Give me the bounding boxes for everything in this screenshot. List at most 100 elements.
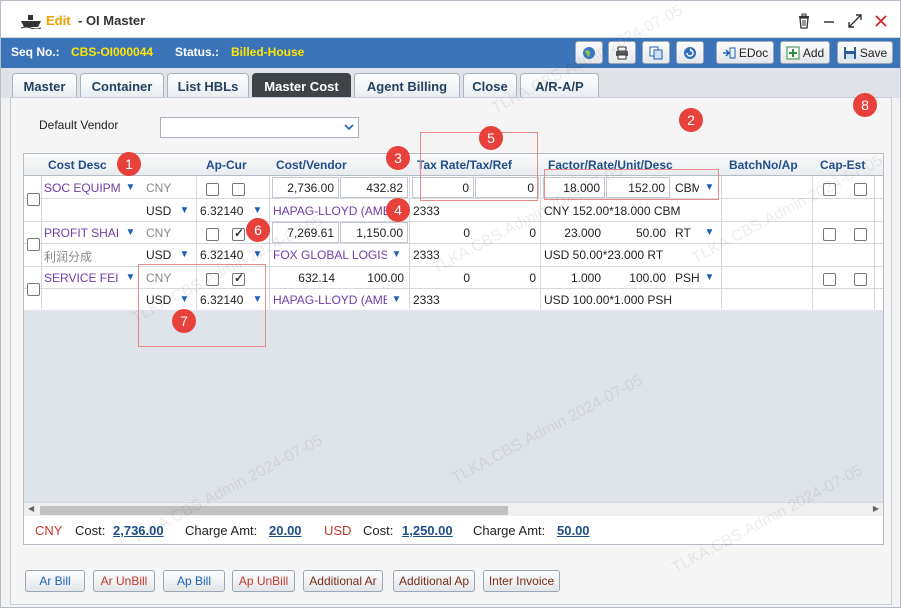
chevron-down-icon[interactable]: ▼: [388, 291, 405, 308]
unit[interactable]: RT: [675, 226, 699, 240]
ar-unbill-button[interactable]: Ar UnBill: [93, 570, 155, 592]
add-button[interactable]: Add: [780, 41, 830, 64]
usd-charge-link[interactable]: 50.00: [557, 523, 590, 538]
header-cost-vendor[interactable]: Cost/Vendor: [276, 158, 347, 172]
cur2[interactable]: USD: [146, 204, 171, 218]
header-batch[interactable]: BatchNo/Ap: [729, 158, 798, 172]
minimize-icon[interactable]: [821, 13, 837, 29]
tax-rate[interactable]: 0: [412, 271, 470, 285]
tax[interactable]: 0: [475, 226, 536, 240]
chevron-down-icon[interactable]: ▼: [122, 179, 139, 196]
status-label: Status.:: [175, 45, 220, 59]
marker-5: 5: [479, 126, 503, 150]
vendor[interactable]: HAPAG-LLOYD (AME: [273, 204, 387, 218]
tab-master-cost[interactable]: Master Cost: [252, 73, 351, 98]
ref[interactable]: 2333: [413, 204, 440, 218]
factor[interactable]: 23.000: [543, 226, 601, 240]
cost-input[interactable]: 7,269.61: [272, 222, 339, 243]
chevron-down-icon[interactable]: ▼: [388, 246, 405, 263]
cost2[interactable]: 100.00: [340, 271, 404, 285]
scroll-right-icon[interactable]: ▶: [873, 504, 879, 513]
cost-desc[interactable]: SERVICE FEI: [44, 271, 122, 285]
cost[interactable]: 632.14: [272, 271, 335, 285]
cny-cost-link[interactable]: 2,736.00: [113, 523, 164, 538]
globe-button[interactable]: [575, 41, 603, 64]
chevron-down-icon[interactable]: ▼: [176, 246, 193, 263]
row-select-checkbox[interactable]: [27, 193, 40, 206]
vendor[interactable]: FOX GLOBAL LOGIS: [273, 248, 387, 262]
default-vendor-select[interactable]: [160, 117, 359, 138]
vendor[interactable]: HAPAG-LLOYD (AME: [273, 293, 387, 307]
tab-agent-billing[interactable]: Agent Billing: [354, 73, 460, 98]
scrollbar-thumb[interactable]: [40, 506, 508, 515]
ref[interactable]: 2333: [413, 293, 440, 307]
cost-desc[interactable]: SOC EQUIPM: [44, 181, 122, 195]
factor[interactable]: 1.000: [543, 271, 601, 285]
chevron-down-icon[interactable]: ▼: [249, 246, 266, 263]
cap-checkbox[interactable]: [823, 183, 836, 196]
chevron-down-icon[interactable]: ▼: [701, 269, 718, 286]
est-checkbox[interactable]: [854, 228, 867, 241]
cost2-input[interactable]: 432.82: [340, 177, 408, 198]
chevron-down-icon[interactable]: ▼: [122, 224, 139, 241]
tax[interactable]: 0: [475, 271, 536, 285]
tax-rate[interactable]: 0: [412, 226, 470, 240]
cur2[interactable]: USD: [146, 248, 171, 262]
ex-rate[interactable]: 6.32140: [200, 248, 243, 262]
print-button[interactable]: [608, 41, 636, 64]
maximize-icon[interactable]: [847, 13, 863, 29]
rate[interactable]: 50.00: [606, 226, 666, 240]
header-cap-est[interactable]: Cap-Est: [820, 158, 865, 172]
tab-ar-ap[interactable]: A/R-A/P: [520, 73, 599, 98]
additional-ap-button[interactable]: Additional Ap: [393, 570, 475, 592]
desc[interactable]: CNY 152.00*18.000 CBM: [544, 204, 681, 218]
close-icon[interactable]: [873, 13, 889, 29]
cap-checkbox[interactable]: [823, 228, 836, 241]
desc[interactable]: USD 50.00*23.000 RT: [544, 248, 663, 262]
desc[interactable]: USD 100.00*1.000 PSH: [544, 293, 672, 307]
checkbox-b[interactable]: [232, 183, 245, 196]
row-select-checkbox[interactable]: [27, 283, 40, 296]
chevron-down-icon[interactable]: ▼: [249, 202, 266, 219]
tab-close[interactable]: Close: [463, 73, 517, 98]
usd-cost-label: Cost:: [363, 523, 394, 538]
tab-master[interactable]: Master: [12, 73, 77, 98]
ref[interactable]: 2333: [413, 248, 440, 262]
inter-invoice-button[interactable]: Inter Invoice: [483, 570, 560, 592]
est-checkbox[interactable]: [854, 273, 867, 286]
ap-unbill-button[interactable]: Ap UnBill: [232, 570, 295, 592]
additional-ar-button[interactable]: Additional Ar: [303, 570, 383, 592]
chevron-down-icon[interactable]: ▼: [122, 269, 139, 286]
ap-bill-button[interactable]: Ap Bill: [163, 570, 225, 592]
header-ap-cur[interactable]: Ap-Cur: [206, 158, 247, 172]
row-select-checkbox[interactable]: [27, 238, 40, 251]
scroll-left-icon[interactable]: ◀: [28, 504, 34, 513]
copy-button[interactable]: [642, 41, 670, 64]
ar-bill-button[interactable]: Ar Bill: [25, 570, 85, 592]
save-button[interactable]: Save: [837, 41, 893, 64]
rate[interactable]: 100.00: [606, 271, 666, 285]
usd-cost-link[interactable]: 1,250.00: [402, 523, 453, 538]
edoc-button[interactable]: EDoc: [716, 41, 774, 64]
checkbox-a[interactable]: [206, 228, 219, 241]
trash-icon[interactable]: [796, 13, 812, 29]
ex-rate[interactable]: 6.32140: [200, 204, 243, 218]
tab-list-hbls[interactable]: List HBLs: [167, 73, 249, 98]
chevron-down-icon[interactable]: ▼: [176, 202, 193, 219]
checkbox-a[interactable]: [206, 183, 219, 196]
tab-container[interactable]: Container: [80, 73, 164, 98]
cny-charge-link[interactable]: 20.00: [269, 523, 302, 538]
cost2-input[interactable]: 1,150.00: [340, 222, 408, 243]
refresh-button[interactable]: [676, 41, 704, 64]
header-cost-desc[interactable]: Cost Desc: [48, 158, 107, 172]
est-checkbox[interactable]: [854, 183, 867, 196]
unit[interactable]: PSH: [675, 271, 699, 285]
edit-mode-label: Edit: [46, 13, 71, 28]
chevron-down-icon[interactable]: ▼: [701, 224, 718, 241]
checkbox-b[interactable]: [232, 226, 245, 241]
cost-desc[interactable]: PROFIT SHAI: [44, 226, 122, 240]
cost-input[interactable]: 2,736.00: [272, 177, 339, 198]
cap-checkbox[interactable]: [823, 273, 836, 286]
title-bar: Edit - OI Master: [1, 1, 900, 38]
horizontal-scrollbar[interactable]: ◀ ▶: [24, 502, 883, 516]
